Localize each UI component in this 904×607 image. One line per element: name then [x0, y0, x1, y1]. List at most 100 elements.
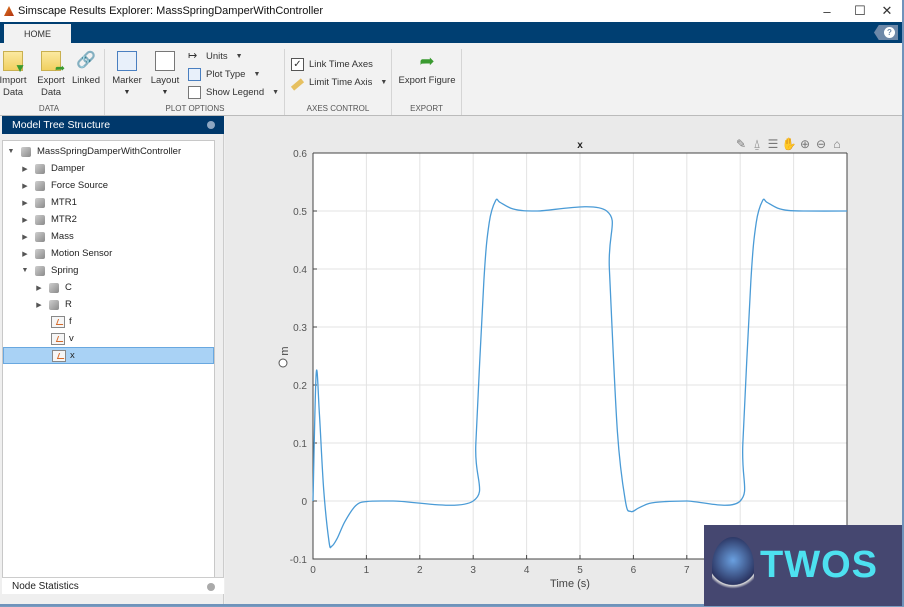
tree-node[interactable]: v: [3, 330, 214, 347]
y-tick-label: -0.1: [290, 555, 308, 566]
app-window: Simscape Results Explorer: MassSpringDam…: [0, 0, 904, 606]
ruler-icon: [290, 78, 305, 91]
link-icon: 🔗: [76, 52, 96, 69]
marker-button[interactable]: Marker ▼: [110, 51, 144, 99]
help-button[interactable]: ?: [874, 25, 898, 40]
block-cube-icon: [35, 231, 45, 242]
y-tick-label: 0.2: [293, 381, 307, 392]
zoom-in-icon[interactable]: ⊕: [800, 137, 810, 151]
tree-node[interactable]: ▶ MTR2: [3, 211, 214, 228]
collapse-arrow-icon[interactable]: ▼: [21, 267, 29, 274]
expand-arrow-icon[interactable]: ▶: [21, 182, 29, 190]
ribbon-section-plot-options: Marker ▼ Layout ▼ ↦ Units ▼ Plot Type ▼ Show …: [106, 49, 285, 115]
plot-type-dropdown[interactable]: Plot Type ▼: [188, 68, 260, 81]
export-data-button[interactable]: ➦ Export Data: [34, 51, 68, 99]
matlab-logo-icon: [4, 6, 14, 16]
block-cube-icon: [35, 163, 45, 174]
data-tip-icon[interactable]: ⍙: [753, 137, 760, 151]
import-data-button[interactable]: ▼ Import Data: [0, 51, 28, 99]
x-tick-label: 6: [631, 565, 637, 576]
export-figure-button[interactable]: ➦ Export Figure: [394, 51, 460, 87]
tree-node-label: MTR1: [51, 197, 77, 208]
tree-node[interactable]: ▶ R: [3, 296, 214, 313]
window-title: Simscape Results Explorer: MassSpringDam…: [18, 5, 324, 17]
tree-node-label: Damper: [51, 163, 85, 174]
block-cube-icon: [49, 299, 59, 310]
unit-dropdown-icon[interactable]: [278, 358, 288, 368]
plot-type-icon: [188, 68, 201, 81]
expand-arrow-icon[interactable]: ▶: [21, 250, 29, 258]
tree-node[interactable]: ▶ Force Source: [3, 177, 214, 194]
linked-button[interactable]: 🔗 Linked: [70, 51, 102, 87]
y-axis-label: m: [279, 346, 291, 355]
x-axis-label: Time (s): [550, 578, 590, 590]
tree-node-label: Force Source: [51, 180, 109, 191]
y-tick-label: 0: [301, 497, 307, 508]
section-caption: PLOT OPTIONS: [165, 104, 225, 113]
signal-plot-icon: [52, 349, 66, 362]
expand-arrow-icon[interactable]: ▶: [21, 233, 29, 241]
pan-icon[interactable]: ✋: [782, 137, 797, 151]
expand-arrow-icon[interactable]: ▶: [35, 284, 43, 292]
export-figure-icon: ➦: [419, 51, 435, 71]
link-time-axes-checkbox[interactable]: ✓ Link Time Axes: [291, 58, 373, 71]
legend-icon: [188, 86, 201, 99]
tree-node[interactable]: ▼ MassSpringDamperWithController: [3, 143, 214, 160]
x-tick-label: 3: [470, 565, 476, 576]
x-tick-label: 2: [417, 565, 423, 576]
x-tick-label: 5: [577, 565, 583, 576]
ribbon: ▼ Import Data ➦ Export Data 🔗 Linked DATA …: [0, 43, 902, 116]
expand-arrow-icon[interactable]: ▶: [21, 216, 29, 224]
zoom-out-icon[interactable]: ⊖: [816, 137, 826, 151]
y-tick-label: 0.4: [293, 265, 307, 276]
expand-arrow-icon[interactable]: ▶: [35, 301, 43, 309]
title-bar: Simscape Results Explorer: MassSpringDam…: [0, 0, 902, 22]
block-cube-icon: [35, 265, 45, 276]
tab-home[interactable]: HOME: [4, 24, 71, 43]
y-tick-label: 0.5: [293, 207, 307, 218]
collapse-arrow-icon[interactable]: ▼: [7, 148, 15, 155]
block-cube-icon: [35, 197, 45, 208]
tree-node[interactable]: ▶ MTR1: [3, 194, 214, 211]
tree-node[interactable]: ▶ Mass: [3, 228, 214, 245]
limit-time-axis-dropdown[interactable]: Limit Time Axis ▼: [290, 77, 387, 91]
show-legend-dropdown[interactable]: Show Legend ▼: [188, 86, 279, 99]
section-caption: AXES CONTROL: [306, 104, 370, 113]
section-caption: DATA: [38, 104, 60, 113]
lightbulb-icon: [712, 536, 754, 595]
block-cube-icon: [49, 282, 59, 293]
tree-node[interactable]: ▶ C: [3, 279, 214, 296]
panel-close-icon[interactable]: [207, 121, 215, 129]
tree-node[interactable]: x: [3, 347, 214, 364]
tree-node-label: x: [70, 350, 75, 361]
units-dropdown[interactable]: ↦ Units ▼: [188, 50, 243, 63]
tree-node-label: Mass: [51, 231, 74, 242]
tree-node[interactable]: ▶ Motion Sensor: [3, 245, 214, 262]
tree-node[interactable]: f: [3, 313, 214, 330]
home-icon[interactable]: ⌂: [833, 137, 840, 151]
ribbon-section-export: ➦ Export Figure EXPORT: [392, 49, 462, 115]
block-cube-icon: [35, 214, 45, 225]
expand-arrow-icon[interactable]: ▶: [21, 199, 29, 207]
x-tick-label: 0: [310, 565, 316, 576]
minimize-button[interactable]: –: [810, 0, 844, 22]
help-icon: ?: [884, 27, 895, 38]
block-cube-icon: [35, 180, 45, 191]
signal-plot-icon: [51, 332, 65, 345]
import-data-icon: ▼: [3, 51, 26, 74]
node-statistics-header[interactable]: Node Statistics: [2, 577, 224, 594]
watermark-logo: TWOS: [704, 525, 902, 606]
layout-button[interactable]: Layout ▼: [148, 51, 182, 99]
ribbon-section-axes-control: ✓ Link Time Axes Limit Time Axis ▼ AXES CO…: [285, 49, 392, 115]
model-tree: ▼ MassSpringDamperWithController ▶ Damper ▶ F…: [2, 140, 215, 580]
legend-icon[interactable]: ☰: [768, 137, 779, 151]
tree-node[interactable]: ▶ Damper: [3, 160, 214, 177]
close-button[interactable]: ✕: [870, 0, 904, 22]
expand-arrow-icon[interactable]: ▶: [21, 165, 29, 173]
marker-icon: [117, 51, 137, 71]
tree-node[interactable]: ▼ Spring: [3, 262, 214, 279]
export-data-icon: ➦: [41, 51, 65, 74]
brush-icon[interactable]: ✎: [736, 137, 746, 151]
model-tree-header: Model Tree Structure: [2, 116, 224, 134]
panel-close-icon[interactable]: [207, 583, 215, 591]
